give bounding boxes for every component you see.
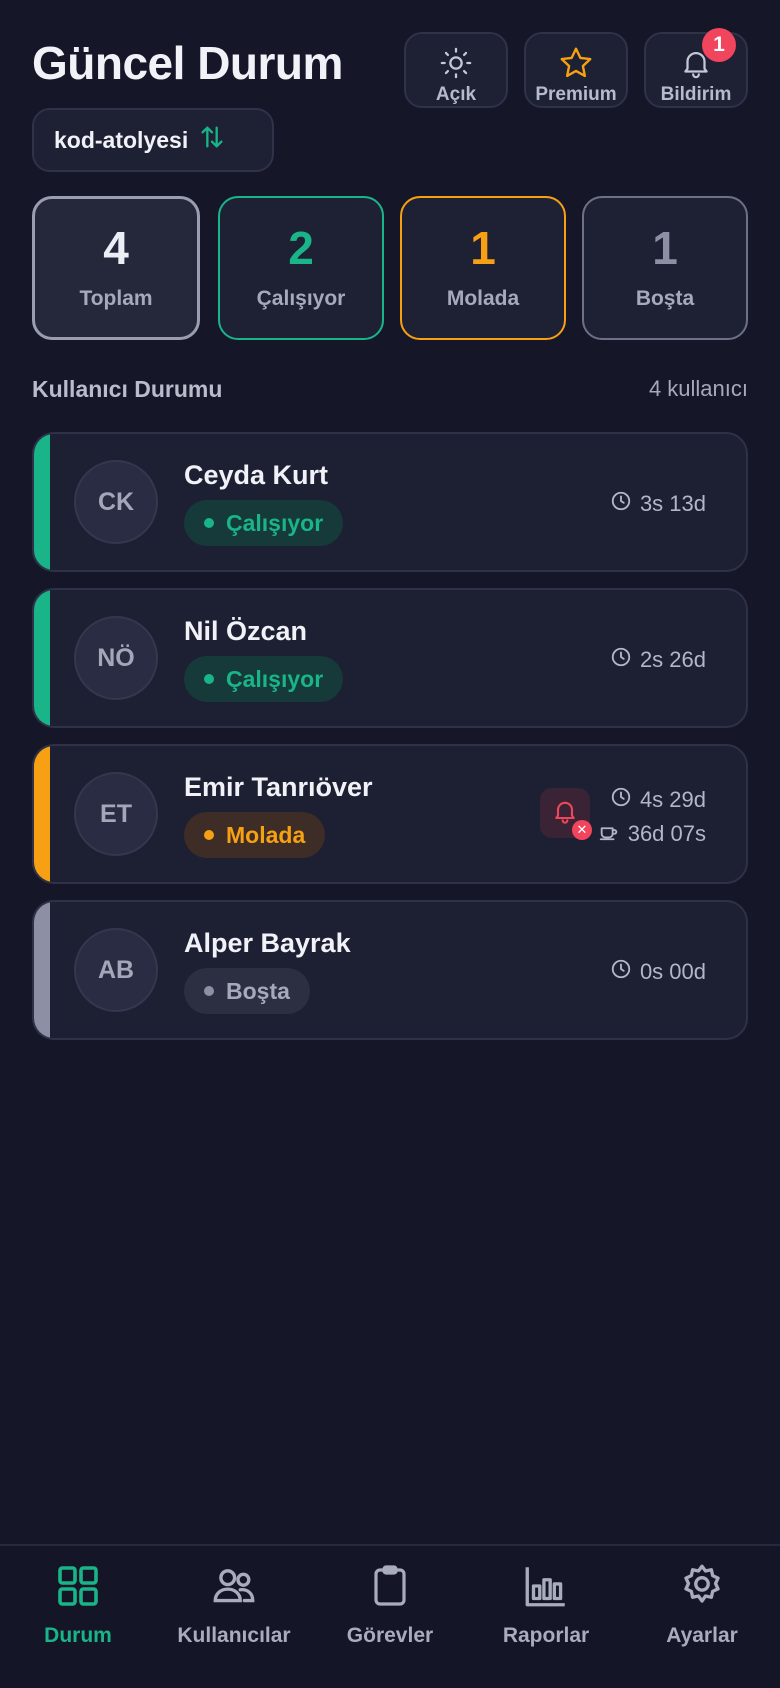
swap-vertical-icon [198, 123, 226, 157]
sun-icon [437, 44, 475, 82]
nav-label: Görevler [346, 1624, 434, 1647]
work-time: 2s 26d [610, 646, 706, 674]
stat-idle[interactable]: 1 Boşta [582, 196, 748, 340]
clipboard-icon [364, 1560, 416, 1612]
nav-label: Durum [44, 1624, 112, 1647]
workspace-name: kod-atolyesi [54, 126, 189, 153]
status-dot [204, 674, 214, 684]
avatar: CK [74, 460, 158, 544]
clock-icon [610, 646, 632, 674]
coffee-icon [598, 820, 620, 848]
stat-idle-label: Boşta [635, 287, 695, 310]
stat-idle-value: 1 [652, 222, 678, 274]
notifications-button[interactable]: Bildirim 1 [644, 28, 748, 108]
avatar: AB [74, 928, 158, 1012]
section-title: Kullanıcı Durumu [32, 376, 223, 402]
workspace-selector[interactable]: kod-atolyesi [32, 108, 274, 172]
status-label: Çalışıyor [226, 665, 324, 692]
nav-item-ayarlar[interactable]: Ayarlar [627, 1560, 777, 1648]
user-card[interactable]: NÖ Nil Özcan Çalışıyor 2s 26d [32, 588, 748, 728]
clock-icon [610, 958, 632, 986]
status-badge: Çalışıyor [184, 656, 344, 702]
stat-total-value: 4 [103, 222, 129, 274]
user-name: Alper Bayrak [184, 928, 351, 958]
clock-icon [610, 490, 632, 518]
work-time: 0s 00d [610, 958, 706, 986]
users-icon [208, 1560, 260, 1612]
user-name: Nil Özcan [184, 616, 308, 646]
status-bar [34, 746, 50, 882]
status-bar [34, 590, 50, 726]
user-count: 4 kullanıcı [648, 376, 748, 401]
page-title: Güncel Durum [32, 37, 343, 89]
nav-label: Kullanıcılar [177, 1624, 291, 1647]
status-label: Çalışıyor [226, 509, 324, 536]
clock-icon [610, 786, 632, 814]
status-dot [204, 986, 214, 996]
status-dot [204, 830, 214, 840]
break-time-value: 36d 07s [627, 821, 706, 846]
status-label: Boşta [226, 977, 290, 1004]
stat-total[interactable]: 4 Toplam [32, 196, 200, 340]
user-card[interactable]: ET Emir Tanrıöver Molada ✕ 4s 29d 36d 07… [32, 744, 748, 884]
work-time-value: 3s 13d [639, 491, 706, 516]
avatar: ET [74, 772, 158, 856]
premium-label: Premium [535, 84, 617, 105]
nav-item-raporlar[interactable]: Raporlar [471, 1560, 621, 1648]
premium-button[interactable]: Premium [524, 32, 628, 108]
grid-icon [52, 1560, 104, 1612]
work-time-value: 0s 00d [639, 959, 706, 984]
bar-chart-icon [520, 1560, 572, 1612]
status-bar [34, 902, 50, 1038]
break-alert-button[interactable]: ✕ [540, 788, 592, 840]
status-badge: Çalışıyor [184, 500, 344, 546]
bottom-navigation: Durum Kullanıcılar Görevler Raporlar Aya… [0, 1544, 780, 1688]
status-dot [204, 518, 214, 528]
close-icon: ✕ [572, 820, 592, 840]
nav-label: Ayarlar [666, 1624, 738, 1647]
user-card[interactable]: CK Ceyda Kurt Çalışıyor 3s 13d [32, 432, 748, 572]
stat-working[interactable]: 2 Çalışıyor [218, 196, 384, 340]
nav-item-kullanicilar[interactable]: Kullanıcılar [159, 1560, 309, 1648]
stat-break-label: Molada [446, 287, 520, 310]
user-card[interactable]: AB Alper Bayrak Boşta 0s 00d [32, 900, 748, 1040]
star-icon [557, 44, 595, 82]
stat-break[interactable]: 1 Molada [400, 196, 566, 340]
notifications-label: Bildirim [660, 84, 732, 105]
nav-item-gorevler[interactable]: Görevler [315, 1560, 465, 1648]
user-name: Ceyda Kurt [184, 460, 329, 490]
stat-break-value: 1 [470, 222, 496, 274]
theme-toggle-label: Açık [435, 84, 477, 105]
status-label: Molada [226, 821, 306, 848]
stat-working-label: Çalışıyor [256, 287, 346, 310]
theme-toggle-button[interactable]: Açık [404, 32, 508, 108]
status-bar [34, 434, 50, 570]
avatar: NÖ [74, 616, 158, 700]
gear-icon [676, 1560, 728, 1612]
work-time-value: 4s 29d [639, 787, 706, 812]
user-name: Emir Tanrıöver [184, 772, 373, 802]
work-time: 4s 29d [610, 786, 706, 814]
status-badge: Boşta [184, 968, 310, 1014]
notification-count-badge: 1 [702, 28, 736, 62]
work-time-value: 2s 26d [639, 647, 706, 672]
nav-item-durum[interactable]: Durum [3, 1560, 153, 1648]
nav-label: Raporlar [502, 1624, 590, 1647]
break-time: 36d 07s [598, 820, 706, 848]
status-badge: Molada [184, 812, 326, 858]
work-time: 3s 13d [610, 490, 706, 518]
stat-total-label: Toplam [79, 287, 153, 310]
stat-working-value: 2 [288, 222, 314, 274]
